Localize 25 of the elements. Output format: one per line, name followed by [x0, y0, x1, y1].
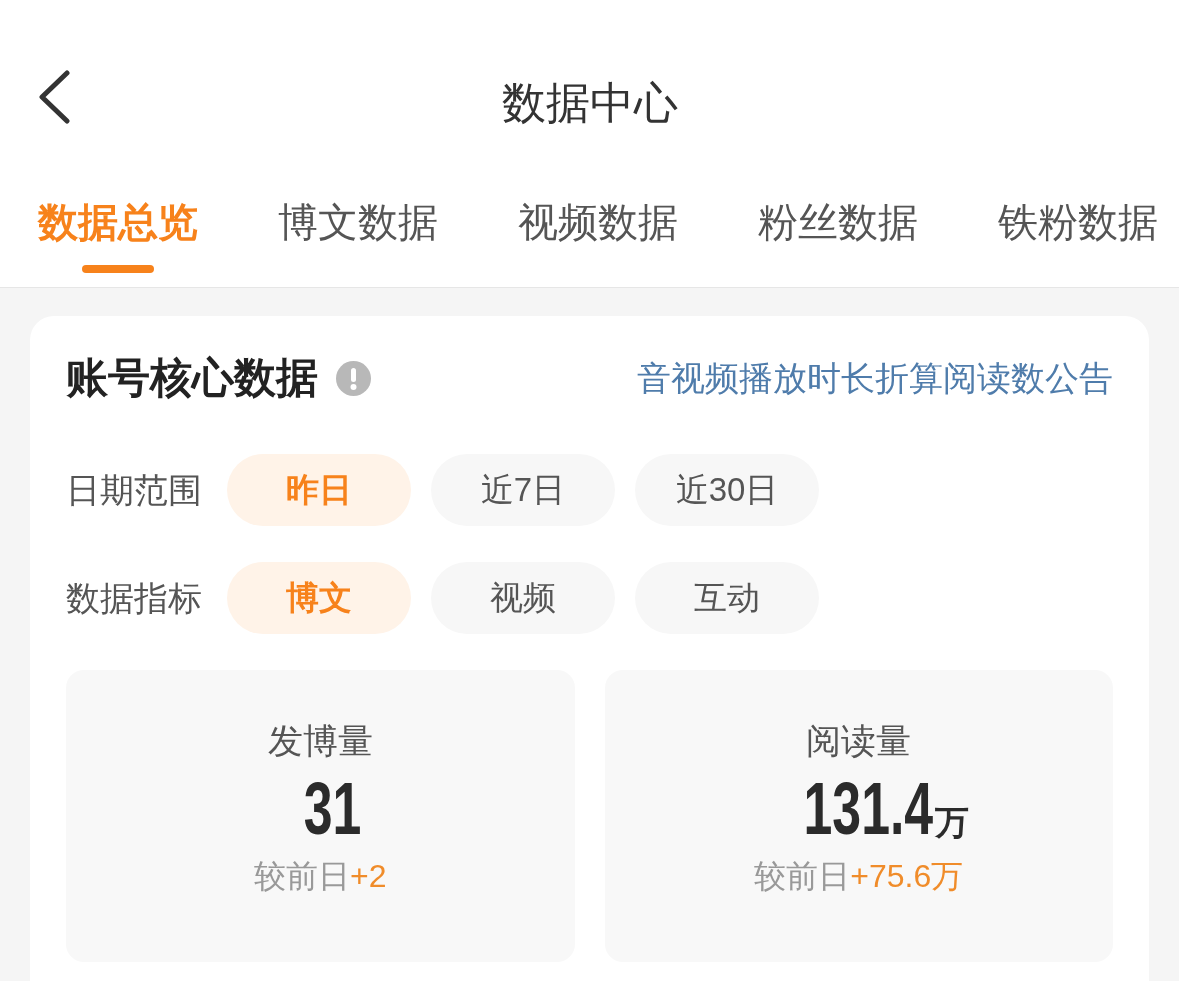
tab[interactable]: 铁粉数据 [998, 198, 1158, 273]
stat-value: 31 [303, 766, 362, 852]
page-title: 数据中心 [501, 77, 678, 129]
stat-value: 131.4 [803, 766, 934, 852]
compare-label: 较前日 [254, 857, 350, 896]
stat-label: 发博量 [267, 720, 373, 762]
filter-option[interactable]: 近30日 [635, 454, 819, 526]
filter-label: 日期范围 [66, 470, 203, 510]
filter-option[interactable]: 互动 [635, 562, 819, 634]
stat-unit: 万 [935, 802, 970, 842]
filter-option[interactable]: 近7日 [431, 454, 615, 526]
change-value: +75.6万 [850, 857, 964, 896]
selected-tab-underline [82, 265, 154, 273]
tab[interactable]: 视频数据 [518, 198, 678, 273]
filter-option[interactable]: 视频 [431, 562, 615, 634]
tab[interactable]: 博文数据 [278, 198, 438, 273]
back-chevron-icon [37, 70, 71, 124]
card-title: 账号核心数据 [66, 356, 318, 400]
change-value: +2 [350, 857, 387, 896]
info-icon [336, 360, 371, 396]
stat-label: 阅读量 [806, 720, 912, 762]
notice-link[interactable]: 音视频播放时长折算阅读数公告 [637, 356, 1113, 400]
tab[interactable]: 粉丝数据 [758, 198, 918, 273]
compare-label: 较前日 [754, 857, 851, 896]
filter-label: 数据指标 [66, 578, 203, 618]
